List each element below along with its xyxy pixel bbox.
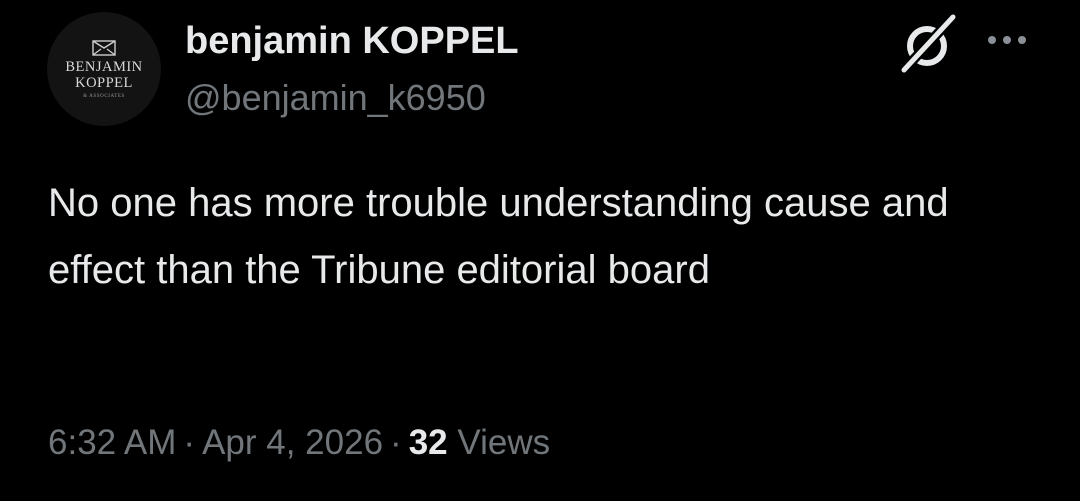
tweet-text: No one has more trouble understanding ca… xyxy=(48,181,949,292)
meta-separator: · xyxy=(183,423,196,462)
building-logo-icon xyxy=(92,39,116,56)
user-handle[interactable]: @benjamin_k6950 xyxy=(185,75,486,121)
meta-separator: · xyxy=(390,423,402,462)
grok-button[interactable] xyxy=(896,10,960,77)
grok-icon xyxy=(897,11,959,77)
tweet-card: BENJAMIN KOPPEL & ASSOCIATES benjamin KO… xyxy=(0,0,1080,501)
more-dots-icon xyxy=(988,36,1026,44)
views-label: Views xyxy=(457,423,551,462)
tweet-time[interactable]: 6:32 AM xyxy=(48,423,176,462)
avatar-text-line3: & ASSOCIATES xyxy=(83,93,125,99)
tweet-date[interactable]: Apr 4, 2026 xyxy=(202,423,383,462)
display-name[interactable]: benjamin KOPPEL xyxy=(185,18,519,64)
views-count[interactable]: 32 xyxy=(409,423,448,462)
more-options-button[interactable] xyxy=(982,22,1032,58)
tweet-meta: 6:32 AM · Apr 4, 2026 · 32 Views xyxy=(48,420,550,466)
avatar-text-line1: BENJAMIN xyxy=(65,58,143,75)
avatar[interactable]: BENJAMIN KOPPEL & ASSOCIATES xyxy=(47,12,161,126)
avatar-text-line2: KOPPEL xyxy=(75,74,133,91)
